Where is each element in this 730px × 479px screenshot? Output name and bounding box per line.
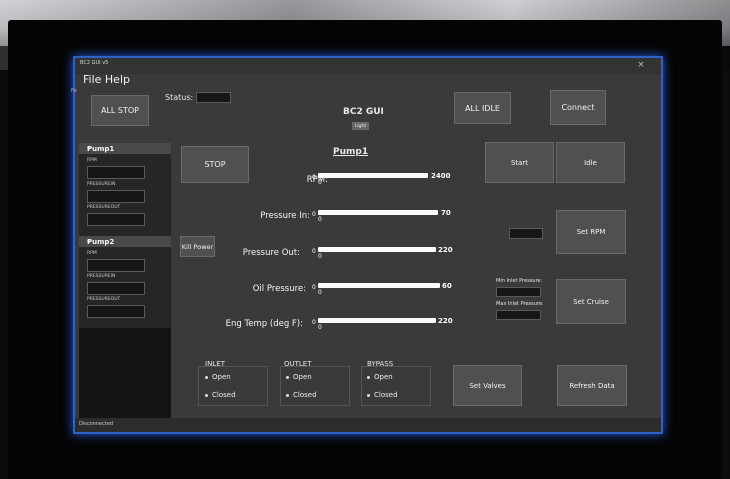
connection-status: Disconnected (79, 421, 114, 427)
pump1-header-label: Pump1 (87, 145, 115, 153)
set-cruise-button[interactable]: Set Cruise (556, 279, 626, 324)
valve-closed-radio[interactable]: Closed (367, 391, 398, 399)
min-inlet-label: Min Inlet Pressure: (496, 278, 543, 284)
pump1-pressurein-field (87, 190, 145, 203)
pump1-rpm-field (87, 166, 145, 179)
radio-dot-icon (367, 375, 370, 379)
gauge-bar (318, 318, 436, 323)
valve-group-box (280, 366, 350, 406)
gauge-zero: 0 (318, 253, 322, 260)
radio-dot-icon (205, 393, 208, 397)
valve-open-radio[interactable]: Open (367, 373, 393, 381)
gauge-max: 2400 (431, 172, 451, 180)
side-char: Fe (71, 88, 77, 94)
min-inlet-input[interactable] (496, 287, 541, 297)
gauge-max: 220 (438, 317, 453, 325)
max-inlet-label: Max Inlet Pressure: (496, 301, 544, 307)
gauge-min: 0 (312, 211, 316, 218)
gauge-label: Pressure In: (260, 211, 310, 221)
gauge-max: 70 (441, 209, 451, 217)
radio-dot-icon (367, 393, 370, 397)
gauge-zero: 0 (318, 179, 322, 186)
rpm-setpoint-input[interactable] (509, 228, 543, 239)
max-inlet-input[interactable] (496, 310, 541, 320)
gauge-min: 0 (312, 319, 316, 326)
connect-button[interactable]: Connect (550, 90, 606, 125)
idle-button[interactable]: Idle (556, 142, 625, 183)
valve-closed-radio[interactable]: Closed (205, 391, 236, 399)
gauge-min: 0 (312, 174, 316, 181)
kill-power-button[interactable]: Kill Power (180, 236, 215, 257)
pump1-pressureout-field (87, 213, 145, 226)
radio-label: Closed (212, 391, 236, 399)
set-valves-button[interactable]: Set Valves (453, 365, 522, 406)
start-button[interactable]: Start (485, 142, 554, 183)
sidebar-empty-area (79, 328, 171, 418)
valve-group-box (361, 366, 431, 406)
radio-dot-icon (286, 393, 289, 397)
gauge-label: Pressure Out: (242, 248, 300, 258)
gauge-bar (318, 210, 438, 215)
menu-bar[interactable]: File Help (83, 73, 130, 86)
stop-button[interactable]: STOP (181, 146, 249, 183)
gauge-min: 0 (312, 284, 316, 291)
refresh-data-button[interactable]: Refresh Data (557, 365, 627, 406)
close-icon[interactable]: × (631, 59, 651, 71)
pump1-pressureout-label: PRESSUREOUT (87, 205, 121, 210)
all-idle-button[interactable]: ALL IDLE (454, 92, 511, 124)
gauge-bar (318, 173, 428, 178)
radio-dot-icon (286, 375, 289, 379)
set-rpm-button[interactable]: Set RPM (556, 210, 626, 254)
radio-label: Closed (374, 391, 398, 399)
valve-closed-radio[interactable]: Closed (286, 391, 317, 399)
status-bar: Disconnected (75, 418, 661, 432)
pump2-pressureout-label: PRESSUREOUT (87, 297, 121, 302)
pump2-header[interactable]: ▾ Pump2 (79, 236, 171, 247)
gauge-label: Eng Temp (deg F): (225, 319, 303, 329)
gauge-min: 0 (312, 248, 316, 255)
gauge-label: Oil Pressure: (252, 284, 306, 294)
gauge-bar (318, 283, 440, 288)
all-stop-button[interactable]: ALL STOP (91, 95, 149, 126)
status-field (196, 92, 231, 103)
status-label: Status: (165, 93, 194, 102)
radio-dot-icon (205, 375, 208, 379)
pump1-pressurein-label: PRESSUREIN (87, 182, 116, 187)
pump-panel-title: Pump1 (333, 147, 369, 157)
app-title: BC2 GUI (343, 107, 384, 117)
app-window: BC2 GUI v5 × File Help Fe ALL STOP Statu… (71, 58, 661, 432)
title-bar: BC2 GUI v5 × (75, 58, 661, 74)
theme-toggle-button[interactable]: Light (352, 122, 369, 130)
pump2-pressurein-field (87, 282, 145, 295)
gauge-zero: 0 (318, 324, 322, 331)
pump2-rpm-field (87, 259, 145, 272)
window-title: BC2 GUI v5 (80, 60, 109, 66)
valve-open-radio[interactable]: Open (286, 373, 312, 381)
pump2-header-label: Pump2 (87, 238, 115, 246)
radio-label: Open (374, 373, 393, 381)
gauge-zero: 0 (318, 216, 322, 223)
pump2-pressureout-field (87, 305, 145, 318)
radio-label: Closed (293, 391, 317, 399)
gauge-bar (318, 247, 436, 252)
pump1-header[interactable]: ▾ Pump1 (79, 143, 171, 154)
pump1-rpm-label: RPM (87, 158, 97, 163)
valve-open-radio[interactable]: Open (205, 373, 231, 381)
gauge-zero: 0 (318, 289, 322, 296)
radio-label: Open (293, 373, 312, 381)
radio-label: Open (212, 373, 231, 381)
pump2-pressurein-label: PRESSUREIN (87, 274, 116, 279)
valve-group-box (198, 366, 268, 406)
pump2-rpm-label: RPM (87, 251, 97, 256)
gauge-max: 60 (442, 282, 452, 290)
gauge-max: 220 (438, 246, 453, 254)
pump-sidebar: ▾ Pump1 RPM PRESSUREIN PRESSUREOUT ▾ Pum… (79, 143, 171, 418)
